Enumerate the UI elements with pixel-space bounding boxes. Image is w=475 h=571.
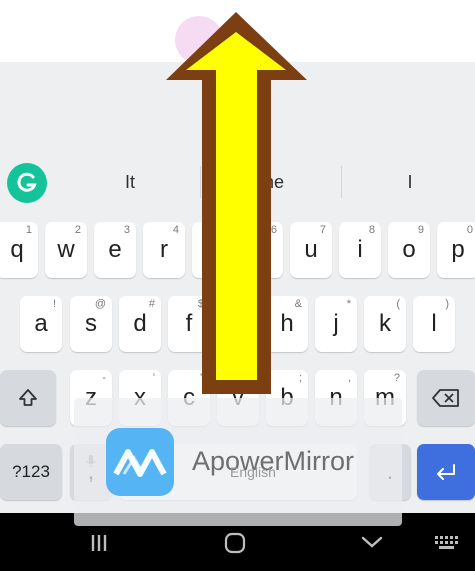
swipe-up-arrow-icon: [166, 12, 307, 394]
